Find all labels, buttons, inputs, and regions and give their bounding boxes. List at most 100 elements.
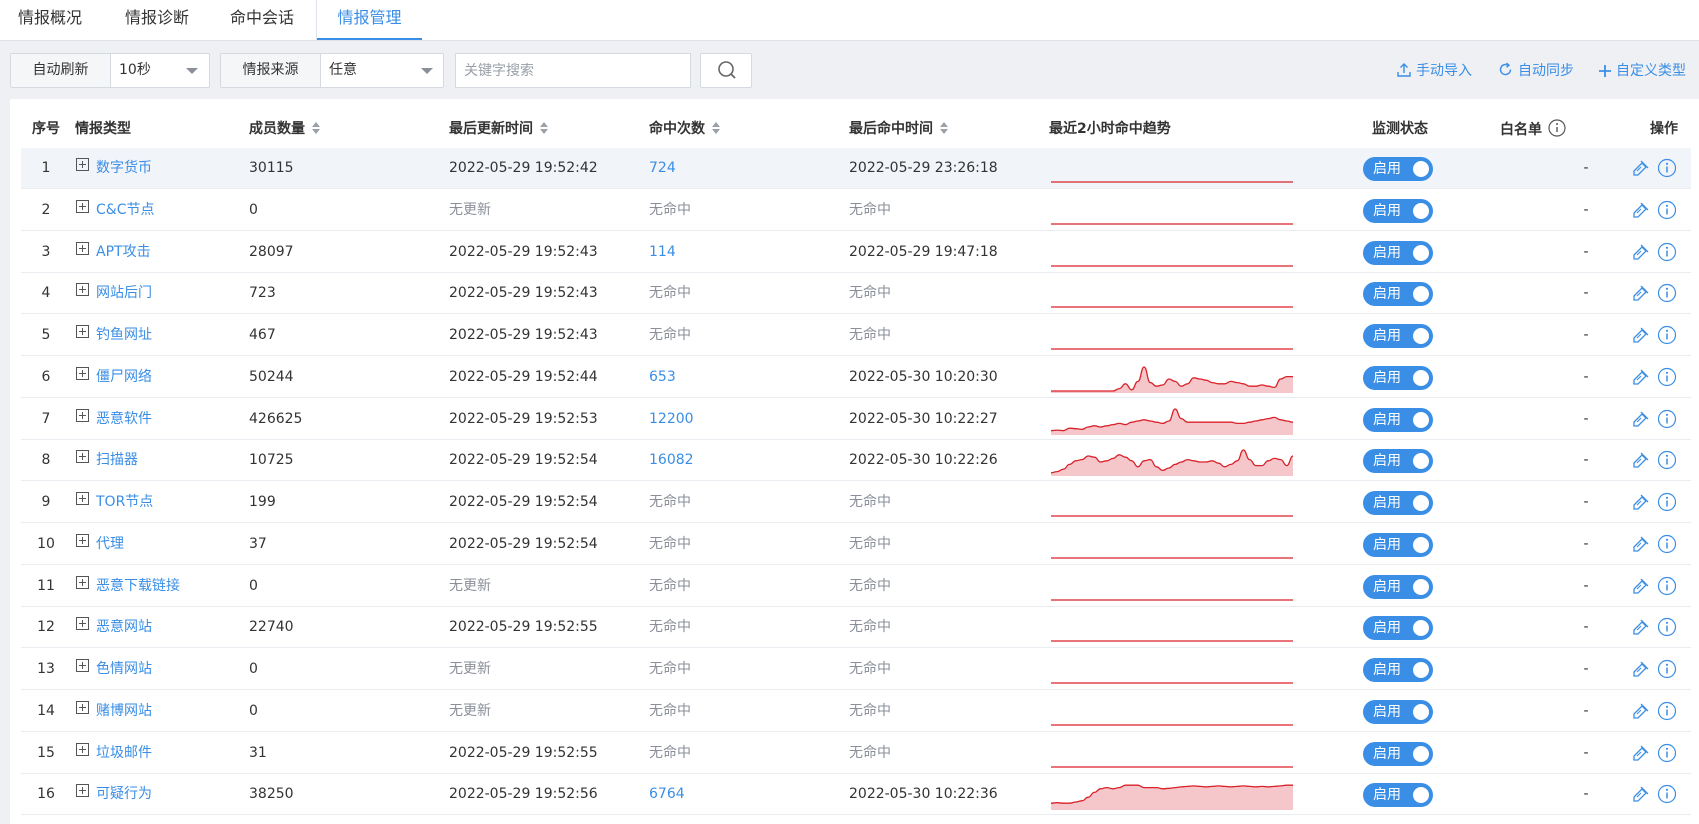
monitor-toggle[interactable]: 启用: [1363, 240, 1433, 265]
monitor-toggle[interactable]: 启用: [1363, 699, 1433, 724]
monitor-toggle[interactable]: 启用: [1363, 532, 1433, 557]
expand-icon[interactable]: [76, 366, 89, 380]
intel-type-link[interactable]: 钓鱼网址: [76, 315, 152, 356]
info-icon[interactable]: [1657, 450, 1677, 470]
expand-icon[interactable]: [76, 492, 89, 505]
expand-icon[interactable]: [76, 283, 89, 297]
intel-type-link[interactable]: 垃圾邮件: [76, 733, 152, 774]
expand-icon[interactable]: [76, 784, 89, 798]
intel-type-link[interactable]: C&C节点: [76, 190, 154, 231]
col-header-members[interactable]: 成员数量: [249, 119, 321, 139]
edit-icon[interactable]: [1631, 200, 1651, 220]
expand-icon[interactable]: [76, 575, 89, 589]
monitor-toggle[interactable]: 启用: [1363, 282, 1433, 307]
monitor-toggle[interactable]: 启用: [1363, 616, 1433, 641]
search-button[interactable]: [700, 53, 752, 88]
hit-count[interactable]: 653: [649, 357, 676, 398]
monitor-toggle[interactable]: 启用: [1363, 658, 1433, 682]
intel-type-link[interactable]: 数字货币: [76, 148, 152, 189]
expand-icon[interactable]: [76, 659, 89, 672]
info-icon[interactable]: [1657, 701, 1677, 721]
intel-type-link[interactable]: 色情网站: [76, 649, 152, 690]
info-icon[interactable]: [1657, 325, 1677, 345]
monitor-toggle[interactable]: 启用: [1363, 783, 1433, 808]
auto-refresh-select[interactable]: 自动刷新 10秒: [10, 53, 210, 88]
edit-icon[interactable]: [1631, 158, 1651, 178]
edit-icon[interactable]: [1631, 576, 1651, 596]
expand-icon[interactable]: [76, 700, 89, 714]
info-icon[interactable]: [1657, 659, 1677, 679]
intel-type-link[interactable]: 恶意软件: [76, 399, 152, 440]
intel-type-link[interactable]: 代理: [76, 524, 124, 565]
info-icon[interactable]: [1657, 617, 1677, 637]
col-header-hits[interactable]: 命中次数: [649, 119, 721, 139]
search-input[interactable]: [455, 53, 691, 88]
hit-count[interactable]: 6764: [649, 774, 685, 815]
monitor-toggle[interactable]: 启用: [1363, 198, 1433, 223]
expand-icon[interactable]: [76, 450, 89, 464]
edit-icon[interactable]: [1631, 242, 1651, 262]
edit-icon[interactable]: [1631, 325, 1651, 345]
info-icon[interactable]: [1548, 119, 1566, 137]
edit-icon[interactable]: [1631, 659, 1651, 679]
manual-import-button[interactable]: 手动导入: [1396, 61, 1472, 81]
info-icon[interactable]: [1657, 576, 1677, 596]
intel-type-link[interactable]: 网站后门: [76, 273, 152, 314]
info-icon[interactable]: [1657, 367, 1677, 387]
expand-icon[interactable]: [76, 408, 89, 422]
info-icon[interactable]: [1657, 409, 1677, 429]
auto-sync-button[interactable]: 自动同步: [1497, 61, 1574, 81]
tab-diagnosis[interactable]: 情报诊断: [106, 0, 208, 40]
expand-icon[interactable]: [76, 617, 89, 631]
info-icon[interactable]: [1657, 743, 1677, 763]
hit-count[interactable]: 114: [649, 232, 676, 273]
edit-icon[interactable]: [1631, 283, 1651, 303]
monitor-toggle[interactable]: 启用: [1363, 574, 1433, 599]
edit-icon[interactable]: [1631, 617, 1651, 637]
hit-count[interactable]: 724: [649, 148, 676, 189]
edit-icon[interactable]: [1631, 534, 1651, 554]
intel-type-link[interactable]: 恶意网站: [76, 607, 152, 648]
edit-icon[interactable]: [1631, 367, 1651, 387]
col-header-updated[interactable]: 最后更新时间: [449, 119, 549, 139]
monitor-toggle[interactable]: 启用: [1363, 407, 1433, 432]
monitor-toggle[interactable]: 启用: [1363, 157, 1433, 181]
edit-icon[interactable]: [1631, 409, 1651, 429]
info-icon[interactable]: [1657, 492, 1677, 512]
source-select[interactable]: 情报来源 任意: [220, 53, 444, 88]
info-icon[interactable]: [1657, 200, 1677, 220]
intel-type-link[interactable]: APT攻击: [76, 232, 151, 273]
monitor-toggle[interactable]: 启用: [1363, 365, 1433, 390]
intel-type-link[interactable]: 僵尸网络: [76, 357, 152, 398]
col-header-last-hit[interactable]: 最后命中时间: [849, 119, 949, 139]
expand-icon[interactable]: [76, 325, 89, 338]
monitor-toggle[interactable]: 启用: [1363, 449, 1433, 474]
info-icon[interactable]: [1657, 242, 1677, 262]
expand-icon[interactable]: [76, 199, 89, 213]
intel-type-link[interactable]: 赌博网站: [76, 691, 152, 732]
expand-icon[interactable]: [76, 241, 89, 255]
monitor-toggle[interactable]: 启用: [1363, 741, 1433, 766]
custom-type-button[interactable]: 自定义类型: [1598, 61, 1686, 81]
intel-type-link[interactable]: TOR节点: [76, 482, 153, 523]
edit-icon[interactable]: [1631, 701, 1651, 721]
monitor-toggle[interactable]: 启用: [1363, 491, 1433, 515]
info-icon[interactable]: [1657, 283, 1677, 303]
intel-type-link[interactable]: 扫描器: [76, 440, 138, 481]
edit-icon[interactable]: [1631, 743, 1651, 763]
info-icon[interactable]: [1657, 158, 1677, 178]
hit-count[interactable]: 16082: [649, 440, 694, 481]
expand-icon[interactable]: [76, 742, 89, 756]
hit-count[interactable]: 12200: [649, 399, 694, 440]
tab-hit-sessions[interactable]: 命中会话: [212, 0, 312, 40]
monitor-toggle[interactable]: 启用: [1363, 324, 1433, 348]
tab-overview[interactable]: 情报概况: [0, 0, 100, 40]
intel-type-link[interactable]: 恶意下载链接: [76, 566, 180, 607]
expand-icon[interactable]: [76, 533, 89, 547]
info-icon[interactable]: [1657, 534, 1677, 554]
info-icon[interactable]: [1657, 784, 1677, 804]
tab-intel-management[interactable]: 情报管理: [317, 0, 422, 40]
edit-icon[interactable]: [1631, 450, 1651, 470]
intel-type-link[interactable]: 可疑行为: [76, 774, 152, 815]
edit-icon[interactable]: [1631, 784, 1651, 804]
